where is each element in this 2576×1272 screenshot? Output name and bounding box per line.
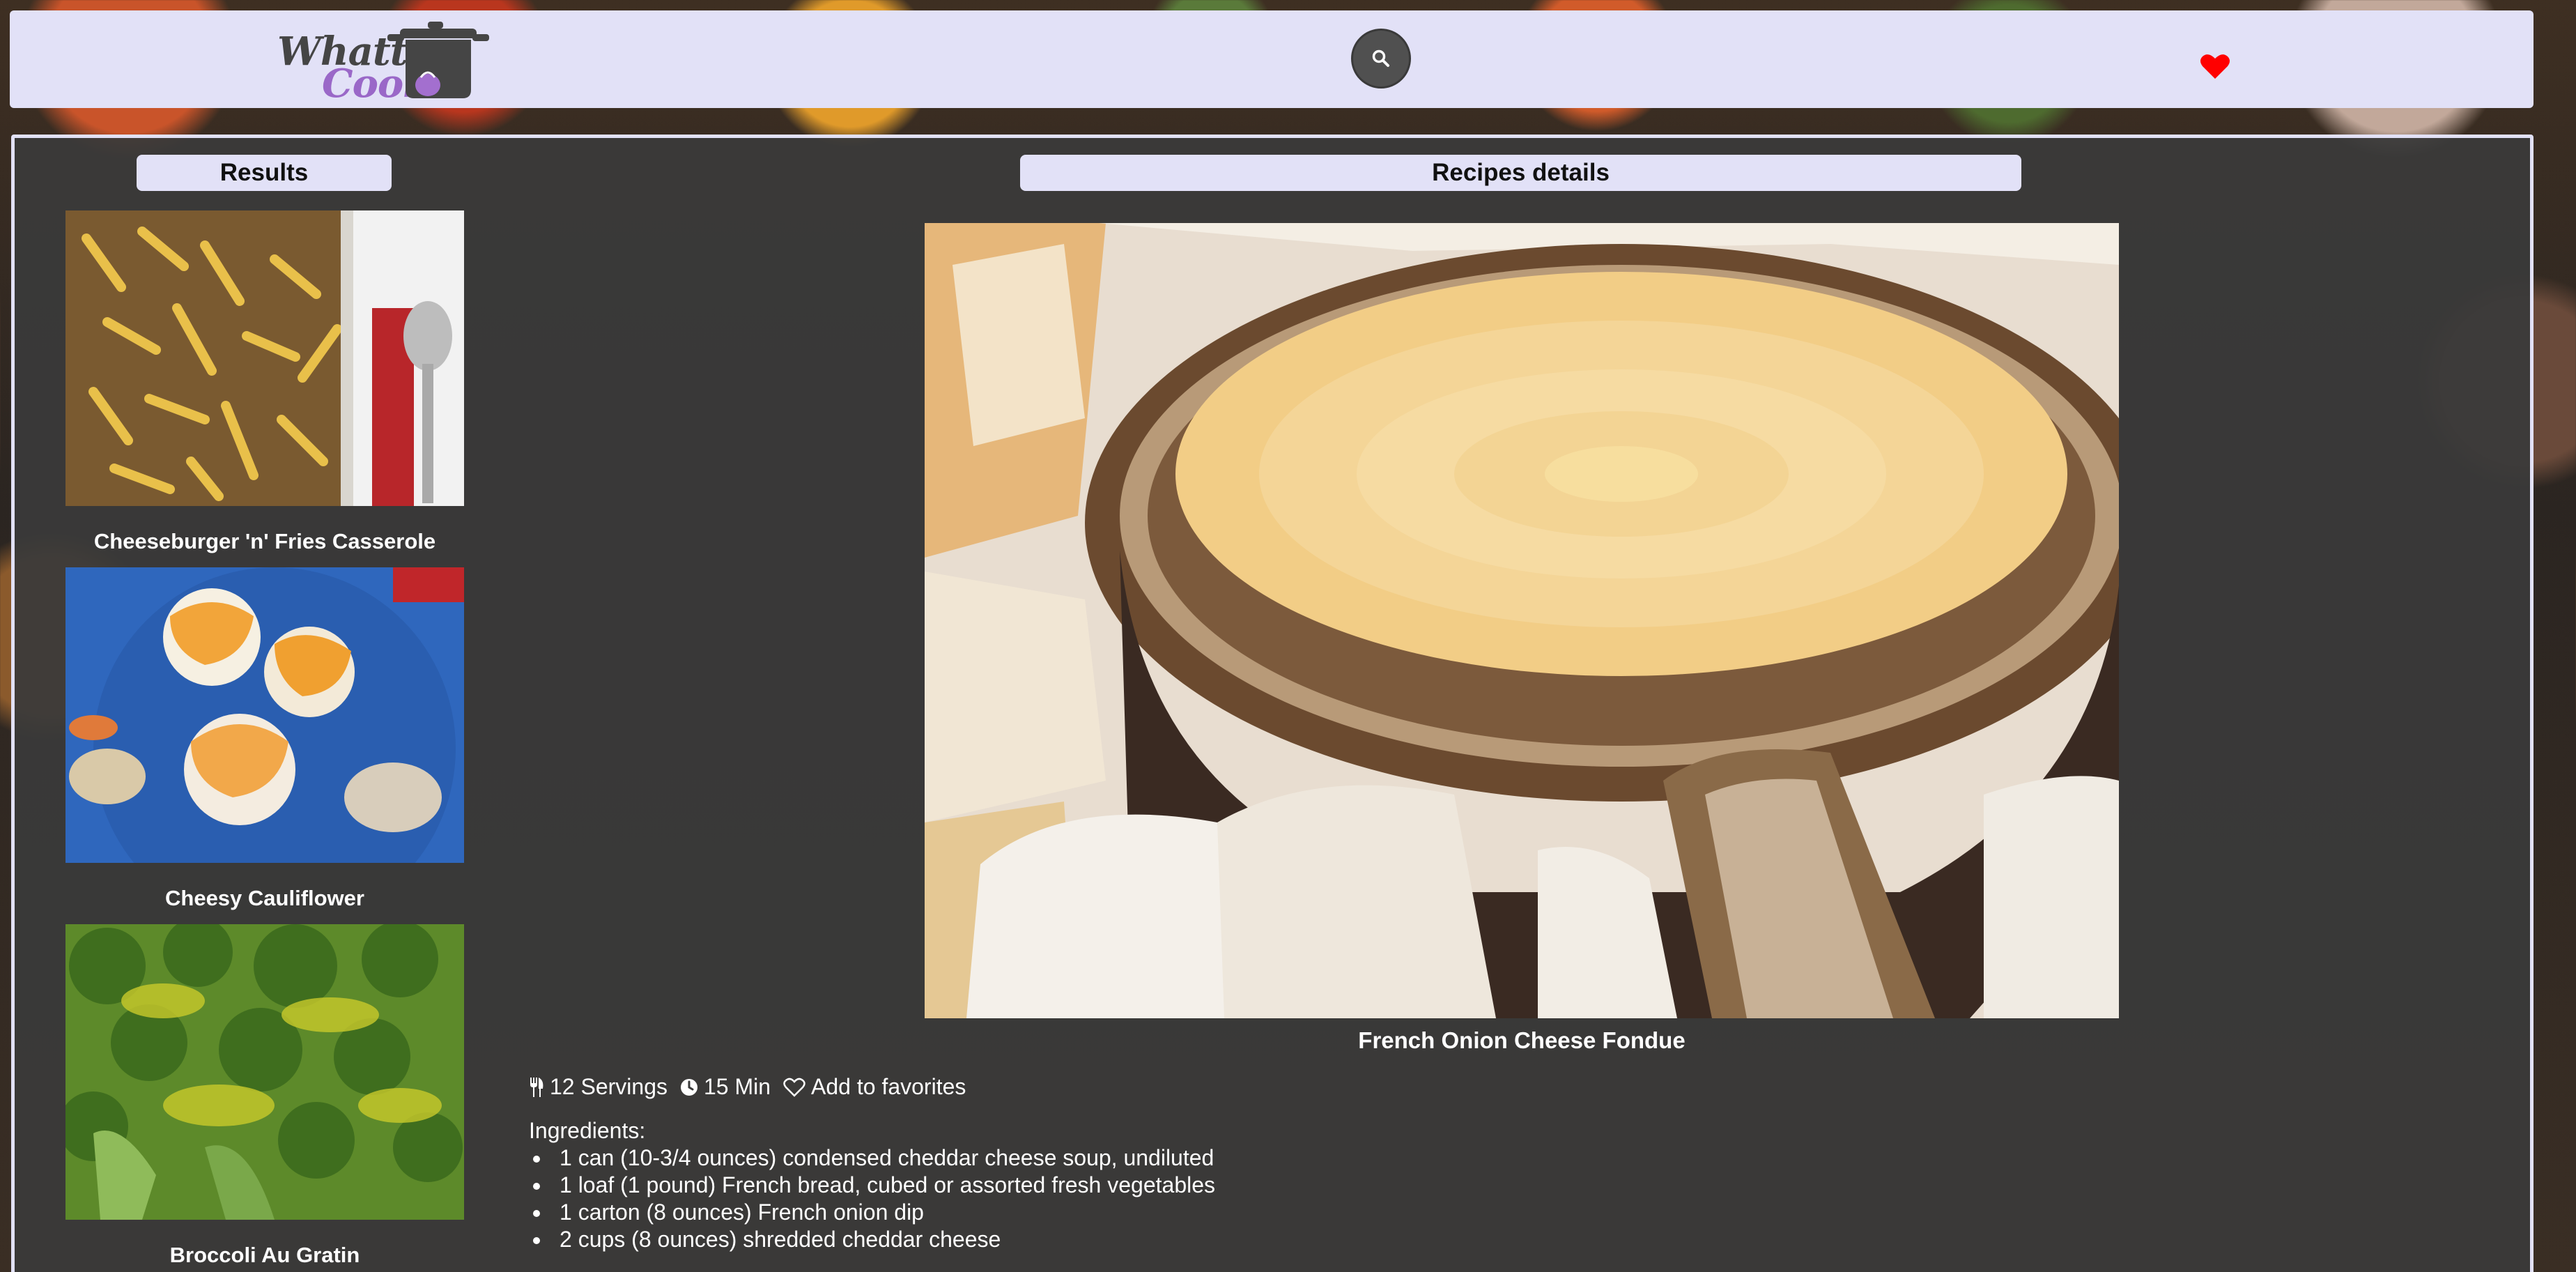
- utensils-icon: [530, 1077, 543, 1097]
- result-card[interactable]: Cheesy Cauliflower: [65, 567, 464, 930]
- top-header: Whatta Cook: [10, 10, 2533, 108]
- time-text: 15 Min: [703, 1074, 771, 1099]
- whattacook-logo[interactable]: Whatta Cook: [268, 15, 498, 107]
- heart-icon[interactable]: [2200, 52, 2230, 80]
- results-heading: Results: [137, 155, 392, 191]
- recipe-thumbnail-image: [65, 567, 464, 930]
- search-icon: [1372, 49, 1389, 67]
- ingredient-item: 1 loaf (1 pound) French bread, cubed or …: [529, 1172, 1215, 1199]
- ingredient-item: 1 carton (8 ounces) French onion dip: [529, 1199, 1215, 1226]
- result-card[interactable]: Broccoli Au Gratin: [59, 917, 464, 1268]
- ingredient-item: 2 cups (8 ounces) shredded cheddar chees…: [529, 1226, 1215, 1253]
- ingredients-list: 1 can (10-3/4 ounces) condensed cheddar …: [529, 1144, 1215, 1253]
- recipe-thumbnail-image: [59, 917, 464, 1220]
- add-to-favorites-button[interactable]: Add to favorites: [783, 1074, 966, 1100]
- result-card[interactable]: Cheeseburger 'n' Fries Casserole: [65, 210, 464, 554]
- ingredient-item: 1 can (10-3/4 ounces) condensed cheddar …: [529, 1144, 1215, 1172]
- recipe-hero-image: [925, 223, 2119, 1018]
- result-title: Broccoli Au Gratin: [169, 1243, 360, 1267]
- recipe-details-heading: Recipes details: [1020, 155, 2021, 191]
- recipe-thumbnail-image: [65, 210, 464, 506]
- clock-icon: [680, 1078, 697, 1096]
- heart-outline-icon: [783, 1078, 805, 1097]
- servings-text: 12 Servings: [550, 1074, 668, 1099]
- result-title: Cheeseburger 'n' Fries Casserole: [93, 529, 436, 553]
- ingredients-label: Ingredients:: [529, 1118, 646, 1143]
- time-info: 15 Min: [680, 1074, 771, 1100]
- search-button[interactable]: [1351, 29, 1411, 89]
- recipe-title: French Onion Cheese Fondue: [1358, 1027, 1686, 1053]
- add-to-favorites-label: Add to favorites: [811, 1074, 966, 1099]
- result-title: Cheesy Cauliflower: [165, 886, 364, 910]
- cooking-pot-icon: [387, 22, 489, 98]
- ingredients-section: Ingredients: 1 can (10-3/4 ounces) conde…: [529, 1117, 1215, 1253]
- recipe-meta: 12 Servings 15 Min Add to favorites: [529, 1074, 966, 1100]
- main-panel: Results Recipes details Cheeseburger 'n'…: [11, 135, 2533, 1272]
- servings-info: 12 Servings: [529, 1074, 668, 1100]
